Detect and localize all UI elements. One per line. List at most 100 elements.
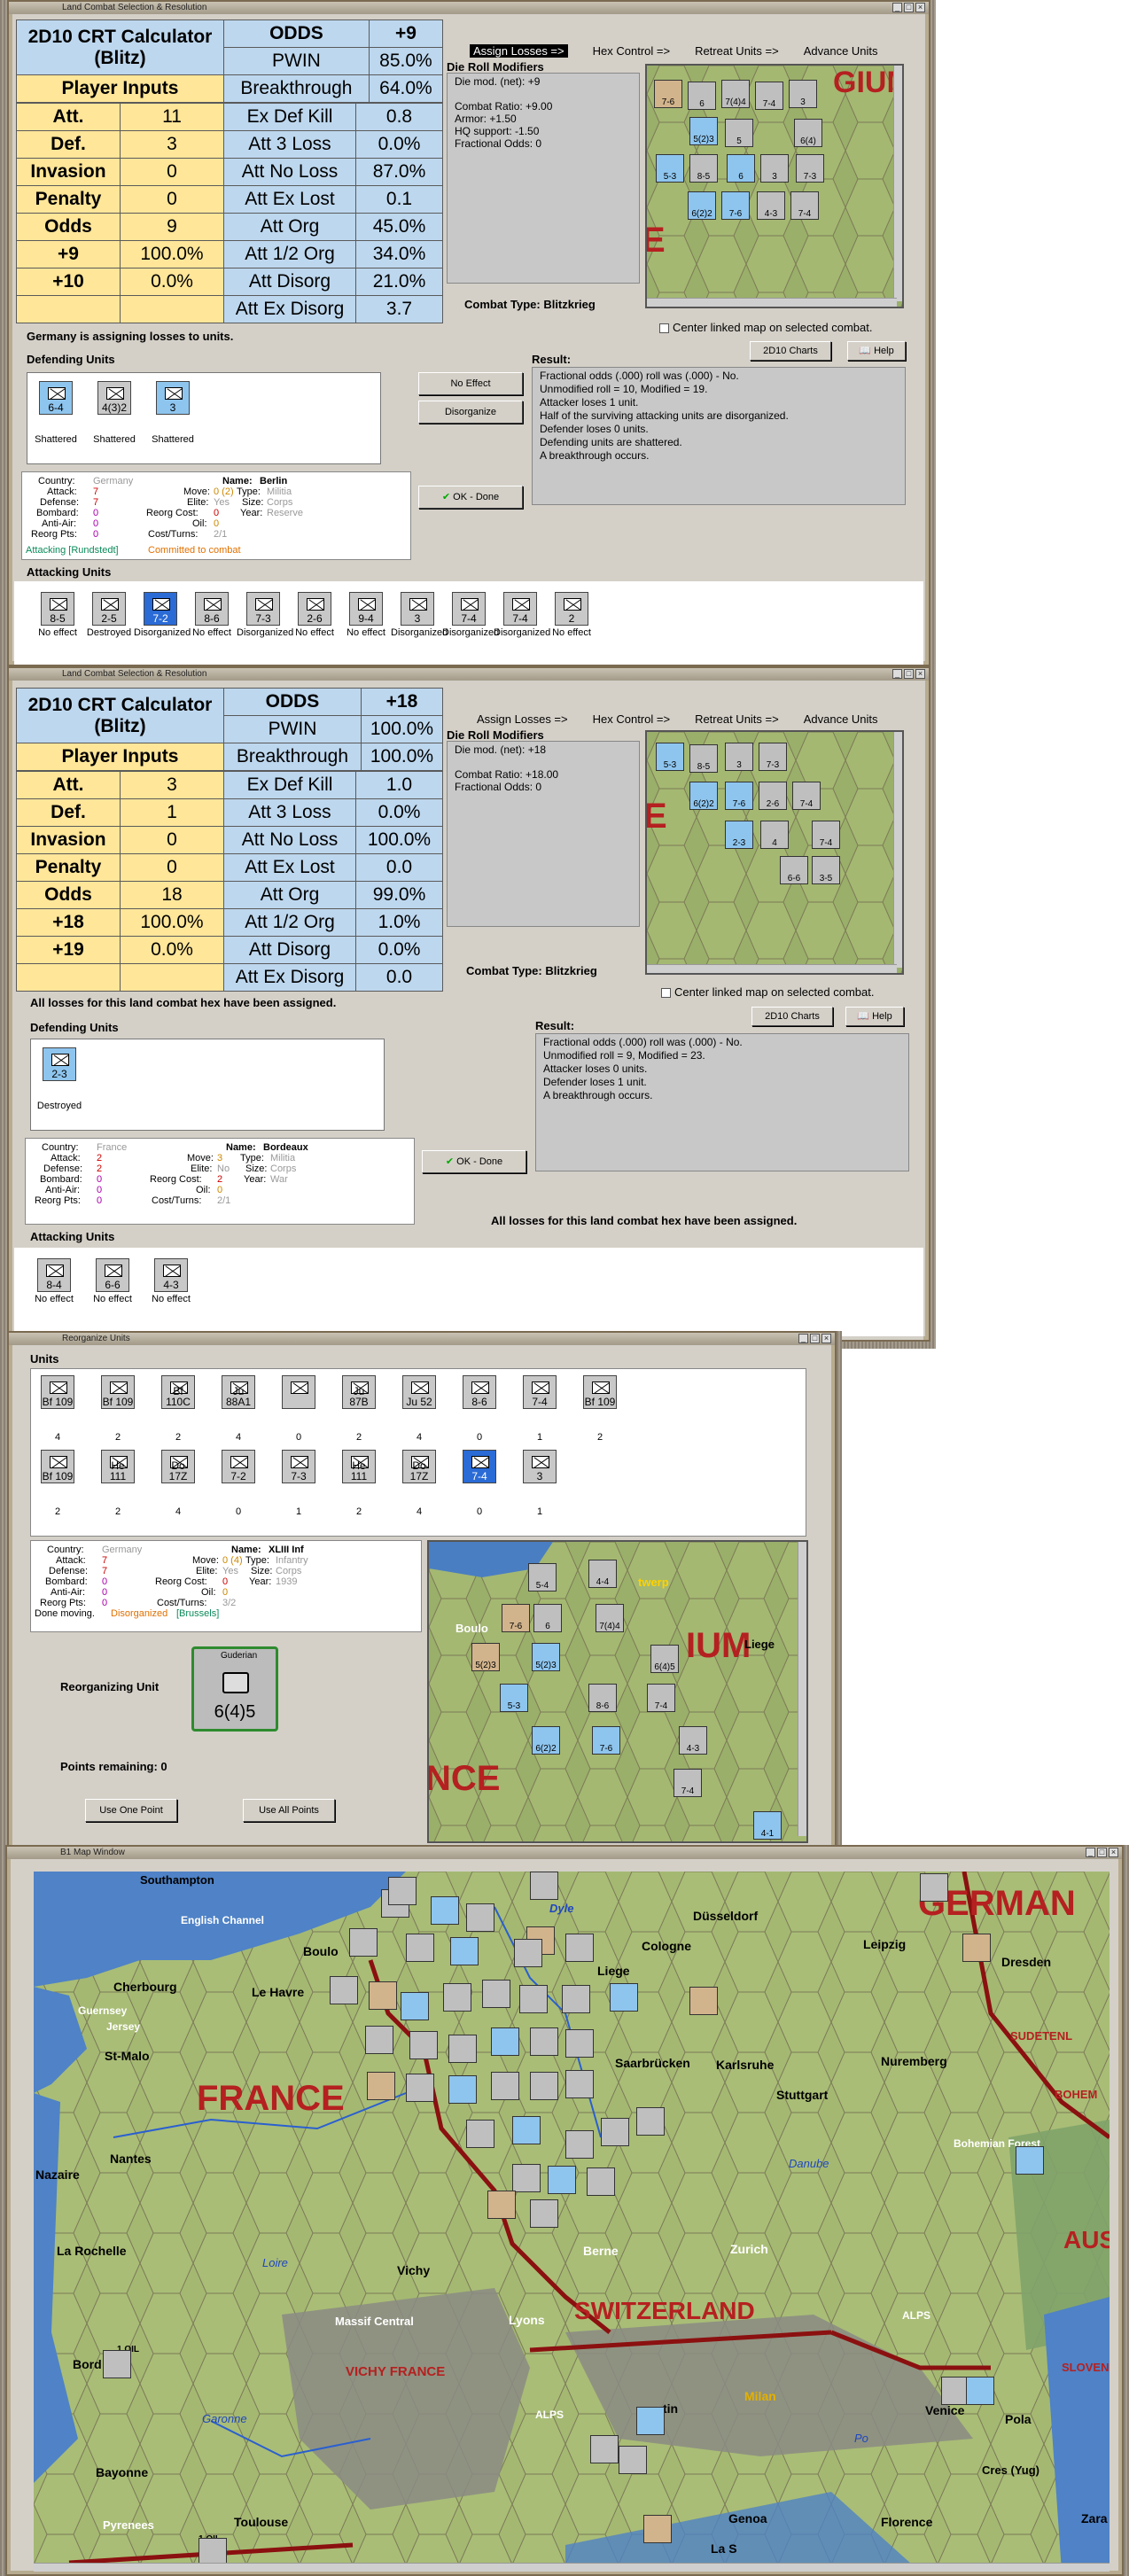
map-counter[interactable] [406,2074,434,2102]
window-titlebar[interactable]: B1 Map Window _ □ × [7,1847,1122,1859]
map-counter[interactable]: 8-5 [689,154,718,183]
map-counter[interactable] [565,2070,594,2098]
mini-map-2[interactable]: E 5-3 8-5 3 7-3 6(2)2 7-6 2-6 7-4 2-3 4 … [645,730,904,975]
map-counter[interactable]: 4-1 [753,1811,782,1840]
map-counter[interactable] [1016,2146,1044,2175]
reorg-unit[interactable]: Do 17Z [161,1450,195,1483]
defender-unit[interactable]: 3 [156,381,190,415]
reorg-unit[interactable]: Do 17Z [402,1450,436,1483]
map-horizontal-scrollbar[interactable] [647,964,897,973]
minimize-icon[interactable]: _ [798,1334,808,1343]
map-counter[interactable]: 5-4 [528,1563,557,1592]
maximize-icon[interactable]: □ [904,3,914,12]
crt-charts-button[interactable]: 2D10 Charts [751,1007,833,1026]
tab-hex-control[interactable]: Hex Control => [593,44,670,58]
map-counter[interactable]: 7-3 [759,743,787,771]
attacker-unit[interactable]: 9-4 [349,592,383,626]
map-counter[interactable]: 6(2)2 [689,782,718,810]
map-counter[interactable] [482,1980,510,2008]
map-counter[interactable]: 6(4) [794,119,822,147]
map-counter[interactable]: 8-6 [588,1684,617,1712]
map-counter[interactable]: 7(4)4 [596,1604,624,1632]
map-counter[interactable] [565,2029,594,2058]
map-counter[interactable]: 4 [760,821,789,849]
map-counter[interactable] [487,2191,516,2219]
attacker-unit[interactable]: 8-4 [37,1258,71,1292]
map-counter[interactable]: 6(2)2 [532,1726,560,1755]
crt-charts-button[interactable]: 2D10 Charts [750,341,831,361]
map-counter[interactable]: 6(2)2 [688,191,716,220]
map-counter[interactable]: 4-3 [679,1726,707,1755]
reorg-unit[interactable]: Bf 109 [583,1375,617,1409]
ok-done-button[interactable]: ✔ OK - Done [418,486,523,509]
map-horizontal-scrollbar[interactable] [34,2563,1110,2572]
maximize-icon[interactable]: □ [904,669,914,679]
reorg-mini-map[interactable]: IUM NCE Boulo twerp Liege 5-4 4-4 7-6 6 … [427,1540,808,1843]
map-counter[interactable] [619,2446,647,2474]
reorg-unit[interactable] [282,1375,315,1409]
attacker-unit[interactable]: 4-3 [154,1258,188,1292]
map-counter[interactable]: 5-3 [656,154,684,183]
map-counter[interactable]: 3-5 [812,856,840,884]
map-counter[interactable]: 5(2)3 [689,117,718,145]
close-icon[interactable]: × [915,669,925,679]
map-counter[interactable] [388,1877,417,1905]
map-counter[interactable] [448,2035,477,2063]
map-counter[interactable] [512,2164,541,2192]
hq-unit-counter[interactable]: Guderian 6(4)5 [191,1646,278,1732]
attacker-unit[interactable]: 2-5 [92,592,126,626]
window-titlebar[interactable]: Reorganize Units _ □ × [9,1333,835,1345]
map-counter[interactable] [966,2377,994,2405]
use-one-point-button[interactable]: Use One Point [85,1799,177,1822]
map-counter[interactable] [448,2075,477,2104]
map-counter[interactable]: 5(2)3 [532,1643,560,1671]
map-counter[interactable]: 6 [533,1604,562,1632]
map-counter[interactable] [530,2027,558,2056]
map-counter[interactable] [587,2167,615,2196]
window-titlebar[interactable]: Land Combat Selection & Resolution _ □ × [9,668,929,681]
help-button[interactable]: 📖 Help [847,341,906,361]
map-counter[interactable]: 8-5 [689,744,718,773]
map-counter[interactable] [962,1934,991,1962]
map-counter[interactable]: 7-4 [792,782,821,810]
map-counter[interactable] [431,1896,459,1925]
close-icon[interactable]: × [1109,1848,1118,1857]
map-counter[interactable]: 7-4 [647,1684,675,1712]
map-counter[interactable]: 3 [760,154,789,183]
map-counter[interactable] [610,1983,638,2012]
tab-advance-units[interactable]: Advance Units [804,44,878,58]
map-counter[interactable] [920,1873,948,1902]
map-counter[interactable] [367,2072,395,2100]
reorg-unit[interactable]: 8-6 [463,1375,496,1409]
map-counter[interactable]: 5(2)3 [471,1643,500,1671]
map-horizontal-scrollbar[interactable] [647,298,897,307]
tab-retreat-units[interactable]: Retreat Units => [695,712,779,726]
defender-unit[interactable]: 2-3 [43,1047,76,1081]
map-counter[interactable] [601,2118,629,2146]
map-counter[interactable]: 7-6 [654,80,682,108]
crt-input-value[interactable]: 11 [120,103,224,131]
close-icon[interactable]: × [821,1334,831,1343]
map-counter[interactable] [409,2031,438,2059]
reorg-unit[interactable]: Ju 52 [402,1375,436,1409]
map-counter[interactable]: 7-6 [502,1604,530,1632]
map-counter[interactable]: 5-3 [656,743,684,771]
map-vertical-scrollbar[interactable] [893,732,902,968]
center-linked-checkbox[interactable]: Center linked map on selected combat. [659,321,872,334]
map-counter[interactable] [565,2130,594,2159]
map-counter[interactable]: 7-4 [674,1769,702,1797]
minimize-icon[interactable]: _ [892,669,902,679]
map-counter[interactable] [548,2166,576,2194]
map-counter[interactable] [365,2026,393,2054]
tab-hex-control[interactable]: Hex Control => [593,712,670,726]
map-counter[interactable]: 4-4 [588,1560,617,1588]
use-all-points-button[interactable]: Use All Points [243,1799,335,1822]
map-counter[interactable] [689,1987,718,2015]
reorg-unit[interactable]: Bf 109 [41,1375,74,1409]
map-counter[interactable] [330,1976,358,2004]
close-icon[interactable]: × [915,3,925,12]
help-button[interactable]: 📖 Help [845,1007,904,1026]
checkbox-icon[interactable] [661,988,671,999]
attacker-unit[interactable]: 2 [555,592,588,626]
tab-assign-losses[interactable]: Assign Losses => [477,712,568,726]
